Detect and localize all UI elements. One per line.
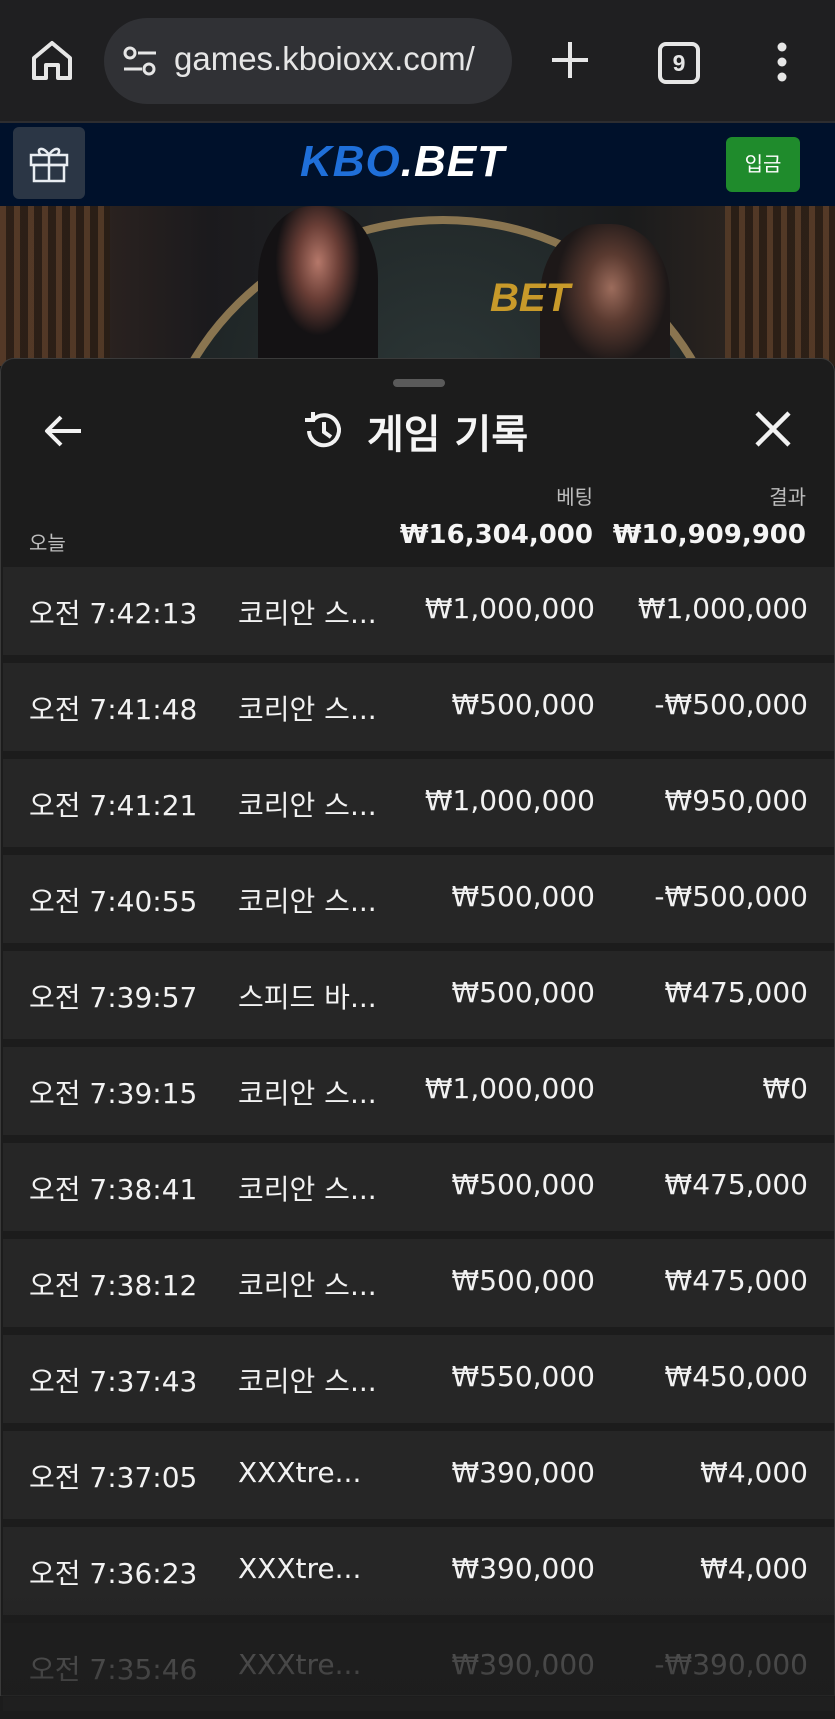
row-time: 오전 7:37:05 <box>29 1461 198 1494</box>
row-game: XXXtre... <box>238 1648 362 1681</box>
row-result: ₩475,000 <box>664 976 808 1009</box>
deposit-button[interactable]: 입금 <box>726 137 800 192</box>
row-game: 코리안 스... <box>238 789 377 822</box>
row-result: ₩4,000 <box>700 1456 808 1489</box>
row-game: 코리안 스... <box>238 1269 377 1302</box>
game-history-sheet: 게임 기록 베팅 결과 오늘 ₩16,304,000 ₩10,909,900 오… <box>0 358 835 1711</box>
date-group-label: 오늘 <box>29 531 66 555</box>
url-text[interactable]: games.kboioxx.com/ <box>174 40 475 78</box>
row-bet: ₩500,000 <box>451 976 595 1009</box>
row-bet: ₩1,000,000 <box>424 784 595 817</box>
row-bet: ₩390,000 <box>451 1456 595 1489</box>
row-game: XXXtre... <box>238 1456 362 1489</box>
total-result: ₩10,909,900 <box>612 520 806 550</box>
row-time: 오전 7:38:12 <box>29 1269 198 1302</box>
live-video-background: BET <box>0 206 835 366</box>
home-icon[interactable] <box>28 36 76 84</box>
sheet-header: 게임 기록 <box>301 403 528 459</box>
row-time: 오전 7:41:21 <box>29 789 198 822</box>
row-bet: ₩500,000 <box>451 1168 595 1201</box>
row-time: 오전 7:36:23 <box>29 1557 198 1590</box>
history-row[interactable]: 오전 7:42:13 코리안 스... ₩1,000,000 ₩1,000,00… <box>3 567 834 655</box>
row-result: ₩1,000,000 <box>637 592 808 625</box>
total-bet: ₩16,304,000 <box>399 520 593 550</box>
row-time: 오전 7:37:43 <box>29 1365 198 1398</box>
history-icon <box>301 409 345 453</box>
wall-panel-right <box>725 206 835 366</box>
history-row[interactable]: 오전 7:41:48 코리안 스... ₩500,000 -₩500,000 <box>3 663 834 751</box>
site-header: KBO.BET 입금 <box>0 123 835 206</box>
history-row[interactable]: 오전 7:37:43 코리안 스... ₩550,000 ₩450,000 <box>3 1335 834 1423</box>
row-result: -₩390,000 <box>654 1648 808 1681</box>
row-bet: ₩550,000 <box>451 1360 595 1393</box>
history-row[interactable]: 오전 7:39:15 코리안 스... ₩1,000,000 ₩0 <box>3 1047 834 1135</box>
close-icon[interactable] <box>753 409 793 449</box>
column-header-result: 결과 <box>769 485 806 509</box>
row-game: XXXtre... <box>238 1552 362 1585</box>
site-logo[interactable]: KBO.BET <box>300 137 505 187</box>
row-game: 코리안 스... <box>238 597 377 630</box>
drag-handle[interactable] <box>393 379 445 387</box>
wall-panel-left <box>0 206 110 366</box>
back-arrow-icon[interactable] <box>41 409 85 453</box>
logo-text-kbo: KBO <box>300 137 401 186</box>
row-time: 오전 7:41:48 <box>29 693 198 726</box>
history-row[interactable]: 오전 7:36:23 XXXtre... ₩390,000 ₩4,000 <box>3 1527 834 1615</box>
row-result: ₩0 <box>762 1072 809 1105</box>
new-tab-plus-icon[interactable] <box>548 38 592 82</box>
row-bet: ₩1,000,000 <box>424 1072 595 1105</box>
history-row[interactable]: 오전 7:39:57 스피드 바... ₩500,000 ₩475,000 <box>3 951 834 1039</box>
row-time: 오전 7:35:46 <box>29 1653 198 1686</box>
row-bet: ₩500,000 <box>451 880 595 913</box>
row-bet: ₩500,000 <box>451 1264 595 1297</box>
browser-toolbar: games.kboioxx.com/ 9 <box>0 0 835 123</box>
row-game: 코리안 스... <box>238 1365 377 1398</box>
sheet-title: 게임 기록 <box>367 412 529 458</box>
column-header-bet: 베팅 <box>556 485 593 509</box>
row-game: 코리안 스... <box>238 885 377 918</box>
history-row[interactable]: 오전 7:38:12 코리안 스... ₩500,000 ₩475,000 <box>3 1239 834 1327</box>
row-game: 스피드 바... <box>238 981 377 1014</box>
row-bet: ₩390,000 <box>451 1648 595 1681</box>
row-game: 코리안 스... <box>238 1173 377 1206</box>
row-result: ₩450,000 <box>664 1360 808 1393</box>
gift-button[interactable] <box>13 127 85 199</box>
history-row[interactable]: 오전 7:38:41 코리안 스... ₩500,000 ₩475,000 <box>3 1143 834 1231</box>
address-bar[interactable]: games.kboioxx.com/ <box>104 18 512 104</box>
row-time: 오전 7:38:41 <box>29 1173 198 1206</box>
more-vert-icon[interactable] <box>776 42 788 82</box>
row-result: -₩500,000 <box>654 688 808 721</box>
logo-text-bet: BET <box>414 137 506 186</box>
tab-switcher-icon[interactable]: 9 <box>658 42 700 84</box>
row-game: 코리안 스... <box>238 1077 377 1110</box>
row-bet: ₩500,000 <box>451 688 595 721</box>
row-game: 코리안 스... <box>238 693 377 726</box>
row-result: -₩500,000 <box>654 880 808 913</box>
row-time: 오전 7:39:57 <box>29 981 198 1014</box>
logo-dot: . <box>400 137 415 186</box>
row-time: 오전 7:40:55 <box>29 885 198 918</box>
history-row[interactable]: 오전 7:41:21 코리안 스... ₩1,000,000 ₩950,000 <box>3 759 834 847</box>
row-result: ₩475,000 <box>664 1264 808 1297</box>
history-row[interactable]: 오전 7:37:05 XXXtre... ₩390,000 ₩4,000 <box>3 1431 834 1519</box>
site-settings-icon[interactable] <box>122 45 158 77</box>
history-row[interactable]: 오전 7:40:55 코리안 스... ₩500,000 -₩500,000 <box>3 855 834 943</box>
dealer-figure <box>258 206 378 366</box>
row-time: 오전 7:42:13 <box>29 597 198 630</box>
history-row[interactable]: 오전 7:35:46 XXXtre... ₩390,000 -₩390,000 <box>3 1623 834 1711</box>
studio-sign: BET <box>490 276 570 320</box>
row-result: ₩950,000 <box>664 784 808 817</box>
gift-icon <box>29 147 69 183</box>
history-list: 오전 7:42:13 코리안 스... ₩1,000,000 ₩1,000,00… <box>3 567 834 1719</box>
row-time: 오전 7:39:15 <box>29 1077 198 1110</box>
row-result: ₩475,000 <box>664 1168 808 1201</box>
row-result: ₩4,000 <box>700 1552 808 1585</box>
row-bet: ₩390,000 <box>451 1552 595 1585</box>
row-bet: ₩1,000,000 <box>424 592 595 625</box>
